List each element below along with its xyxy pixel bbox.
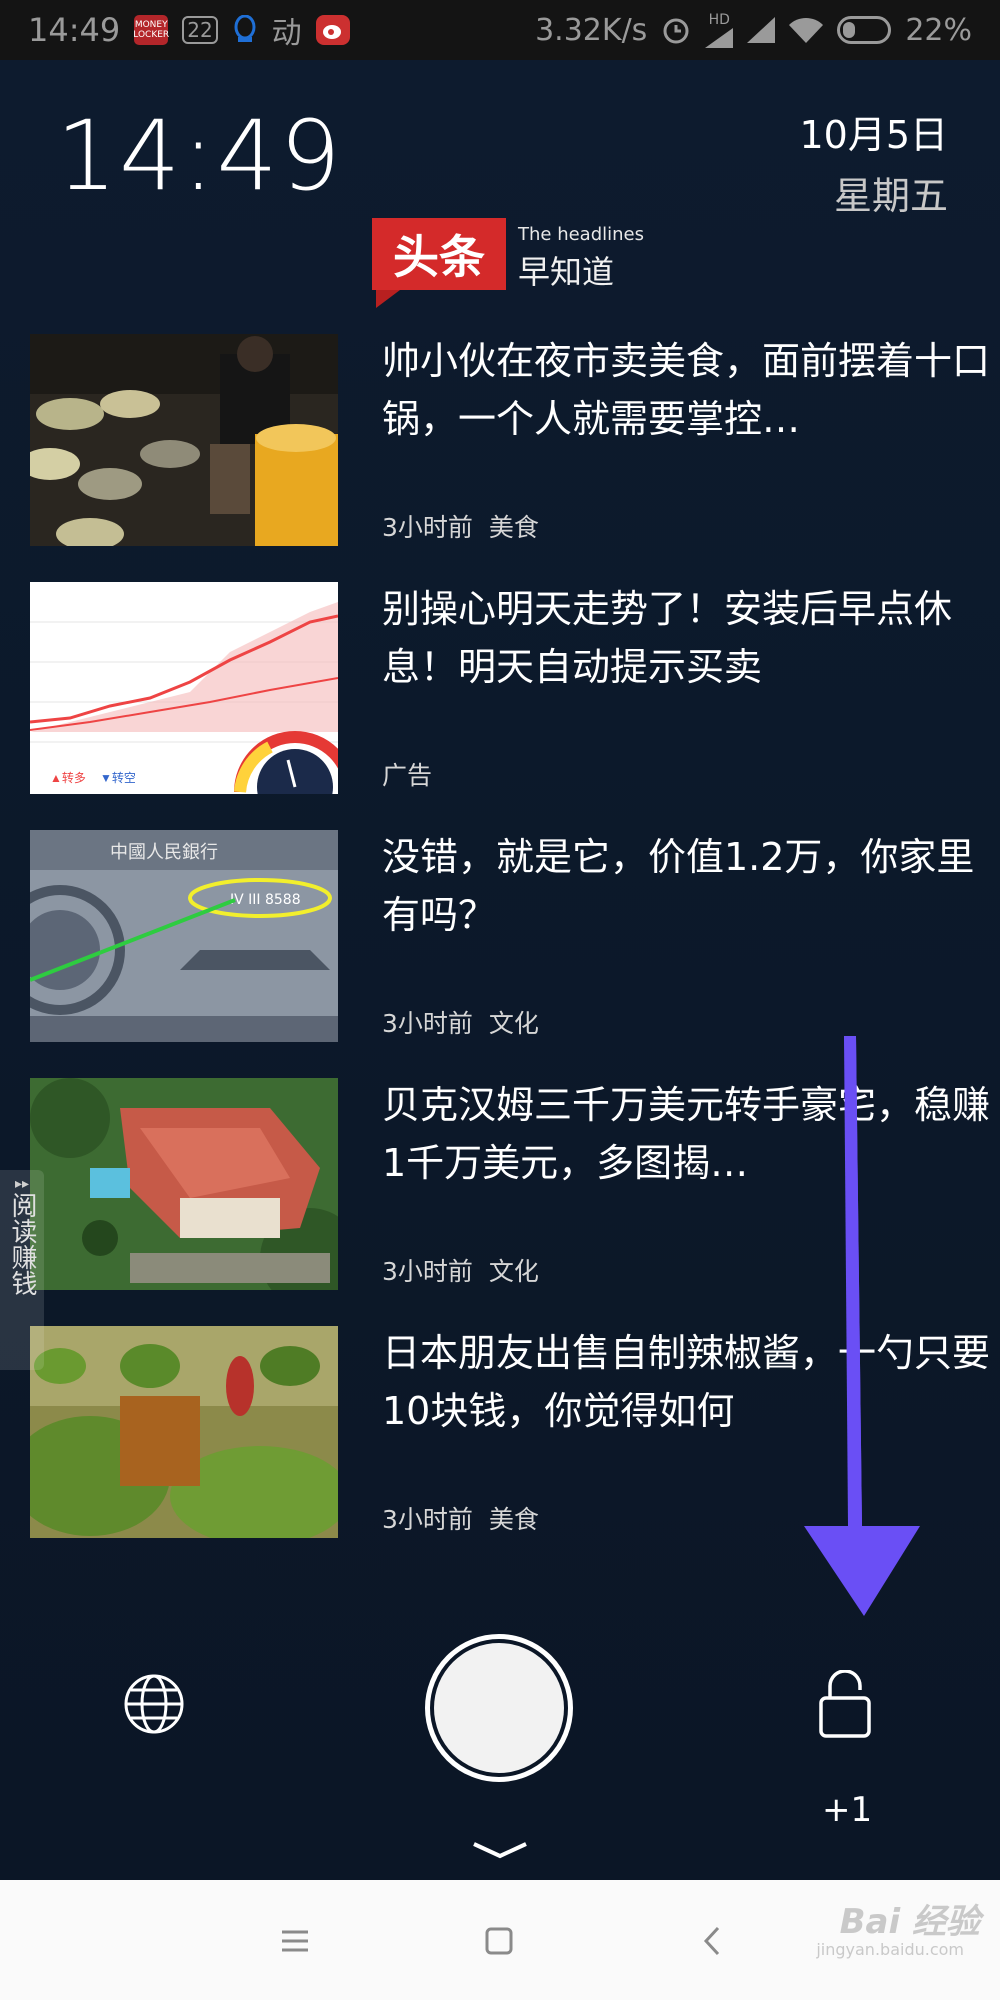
camera-shutter-button[interactable] [425,1634,573,1782]
logo-english: The headlines [518,224,644,245]
logo-text: The headlines 早知道 [518,218,644,293]
swipe-down-arrow-annotation [804,1036,920,1616]
svg-text:中國人民銀行: 中國人民銀行 [110,842,218,863]
logo-chinese: 早知道 [518,253,615,291]
battery-icon [837,16,892,44]
toutiao-brand-badge: 头条 [372,218,506,290]
wifi-icon [789,17,824,43]
news-category: 美食 [488,1505,539,1534]
net-speed: 3.32K/s [535,12,648,48]
status-bar: 14:49 MONEY LOCKER 22 动 3.32K/s HD 22% [0,0,1000,60]
news-title: 没错，就是它，价值1.2万，你家里有吗？ [382,835,975,937]
news-title: 帅小伙在夜市卖美食，面前摆着十口锅，一个人就需要掌控… [382,339,991,441]
qq-icon [232,15,258,45]
read-earn-side-tab[interactable]: ▸▸ 阅读赚钱 [0,1170,44,1370]
notification-count-badge: 22 [182,16,218,44]
news-time: 3小时前 [382,1505,473,1534]
news-title: 别操心明天走势了！安装后早点休息！明天自动提示买卖 [382,587,953,689]
news-thumbnail-mansion [30,1078,338,1290]
news-thumbnail-food-stall [30,334,338,546]
news-meta: 广告 [382,756,432,792]
news-thumbnail-banknote: 中國人民銀行 IV III 8588 [30,830,338,1042]
battery-percent: 22% [905,12,972,48]
news-category: 广告 [382,761,433,790]
news-meta: 3小时前 文化 [382,1004,539,1040]
news-item[interactable]: 帅小伙在夜市卖美食，面前摆着十口锅，一个人就需要掌控… 3小时前 美食 [30,332,990,580]
date-block: 10月5日 星期五 [799,104,948,220]
svg-text:▲转多: ▲转多 [50,770,86,785]
home-icon[interactable] [476,1918,522,1964]
svg-text:▼转空: ▼转空 [100,770,136,785]
cell-signal-icon [747,17,776,43]
bottom-controls: +1 [0,1620,1000,1859]
lockscreen-clock: 14:49 [56,100,343,212]
date-label: 10月5日 [799,113,948,157]
unlock-reward-badge: +1 [822,1790,873,1830]
alarm-icon [661,15,691,45]
side-tab-label: 阅读赚钱 [7,1192,37,1296]
news-thumbnail-stock-chart: ▲转多 ▼转空 [30,582,338,794]
news-category: 文化 [488,1257,539,1286]
news-time: 3小时前 [382,1257,473,1286]
news-meta: 3小时前 美食 [382,508,539,544]
news-thumbnail-chili-plant [30,1326,338,1538]
news-time: 3小时前 [382,513,473,542]
chevron-down-icon[interactable] [470,1840,530,1860]
news-category: 文化 [488,1009,539,1038]
status-left: 14:49 MONEY LOCKER 22 动 [28,8,350,52]
news-category: 美食 [488,513,539,542]
double-arrow-icon: ▸▸ [14,1176,30,1192]
weibo-app-icon [315,15,350,45]
headlines-logo[interactable]: 头条 The headlines 早知道 [372,218,644,293]
hd-signal-icon: HD [705,12,734,48]
watermark-url: jingyan.baidu.com [816,1940,964,1959]
menu-icon[interactable] [272,1918,318,1964]
svg-text:IV III 8588: IV III 8588 [230,892,301,908]
globe-icon[interactable] [122,1672,186,1736]
camera-shutter-icon [434,1643,564,1773]
unlock-icon[interactable] [818,1670,872,1738]
news-meta: 3小时前 美食 [382,1500,539,1536]
news-meta: 3小时前 文化 [382,1252,539,1288]
news-time: 3小时前 [382,1009,473,1038]
money-locker-app-icon: MONEY LOCKER [133,15,169,45]
weekday-label: 星期五 [833,174,948,218]
back-icon[interactable] [690,1918,736,1964]
status-time: 14:49 [28,11,121,49]
baidu-jingyan-watermark: Bai 经验 [839,1902,980,1942]
system-nav-bar: Bai 经验 jingyan.baidu.com [0,1880,1000,2000]
hd-label: HD [708,12,730,28]
news-item[interactable]: ▲转多 ▼转空 别操心明天走势了！安装后早点休息！明天自动提示买卖 广告 [30,580,970,828]
status-right: 3.32K/s HD 22% [535,12,972,48]
dynamic-app-icon: 动 [271,16,302,51]
